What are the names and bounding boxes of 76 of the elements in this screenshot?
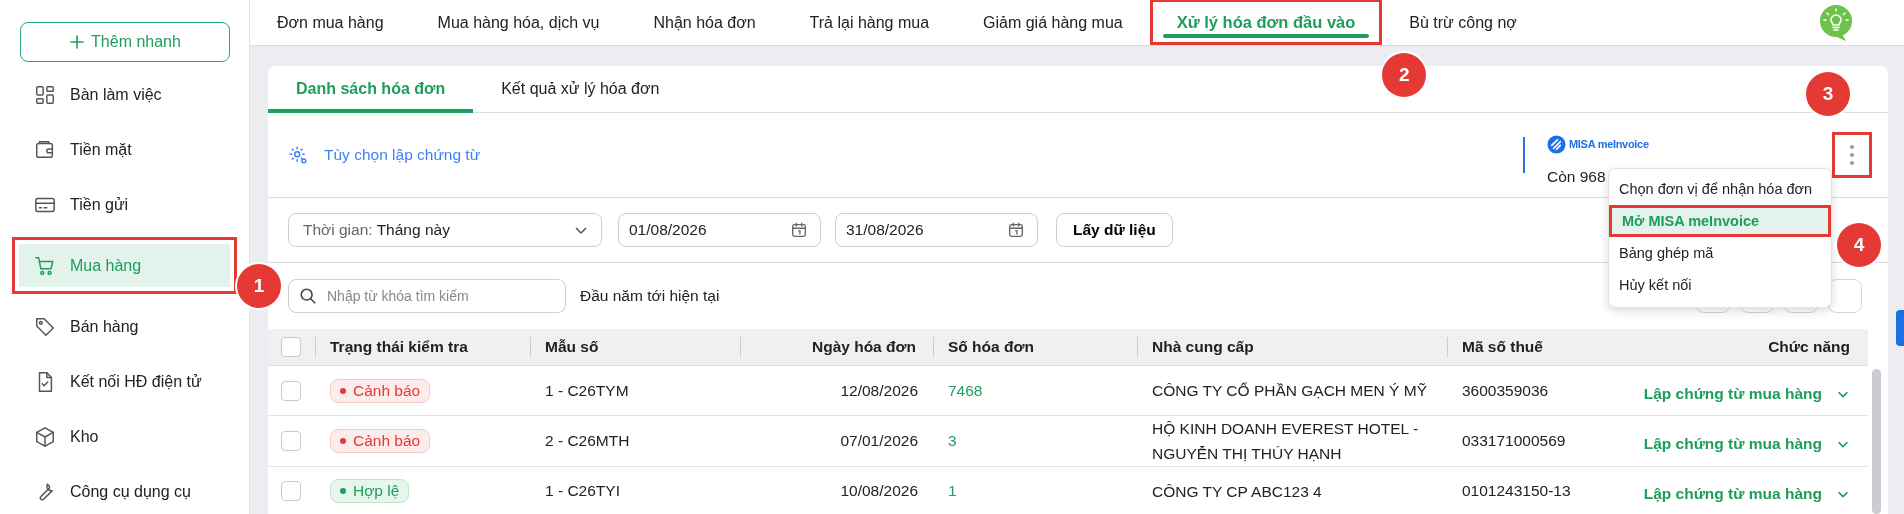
box-icon (34, 425, 56, 448)
status-badge: Hợp lệ (330, 479, 410, 503)
sidebar-item[interactable]: Công cụ dụng cụ (20, 469, 229, 514)
options-link[interactable]: Tùy chọn lập chứng từ (288, 145, 481, 165)
nav-tab[interactable]: Trả lại hàng mua (782, 0, 957, 45)
plus-icon (69, 34, 86, 50)
table-cell: 1 - C26TYM (545, 381, 629, 400)
table-cell: 3600359036 (1462, 381, 1549, 400)
calendar-icon[interactable] (1007, 221, 1025, 239)
table-cell: 07/01/2026 (840, 432, 918, 450)
table-cell: 12/08/2026 (840, 381, 918, 400)
column-header: Nhà cung cấp (1137, 329, 1447, 366)
nav-tab[interactable]: Bù trừ công nợ (1382, 0, 1544, 45)
period-select[interactable]: Thời gian: Tháng này (288, 213, 602, 247)
calendar-icon[interactable] (790, 221, 808, 239)
table-cell-text: CÔNG TY CỔ PHẦN GẠCH MEN Ý MỸ (1152, 381, 1428, 401)
remaining-count: Còn 968 (1547, 167, 1607, 186)
select-all-checkbox[interactable] (281, 337, 301, 357)
logo-icon (1547, 134, 1566, 154)
period-label: Thời gian: (303, 221, 373, 238)
tab[interactable]: Kết quả xử lý hóa đơn (473, 66, 688, 112)
table-cell: 033171000569 (1462, 432, 1566, 450)
step-badge: 4 (1837, 223, 1881, 267)
collapse-handle[interactable] (1896, 310, 1904, 346)
date-field[interactable]: 31/08/2026 (835, 213, 1038, 247)
sidebar-item[interactable]: Tiền mặt (20, 127, 229, 172)
sidebar-item[interactable]: Bàn làm việc (20, 72, 229, 117)
cart-icon (34, 254, 56, 277)
invoice-number-link[interactable]: 3 (948, 432, 957, 450)
menu-item[interactable]: Hủy kết nối (1609, 269, 1831, 301)
column-header: Mẫu số (530, 329, 740, 366)
table-cell: 10/08/2026 (840, 482, 918, 500)
scrollbar-thumb[interactable] (1872, 369, 1881, 514)
nav-tab[interactable]: Nhận hóa đơn (626, 0, 783, 45)
dashboard-icon (34, 83, 56, 106)
quick-add-button[interactable]: Thêm nhanh (20, 22, 230, 62)
fetch-data-button[interactable]: Lấy dữ liệu (1056, 213, 1173, 247)
status-badge: Cảnh báo (330, 429, 431, 453)
table-cell: 1 - C26TYI (545, 482, 620, 500)
step-badge: 3 (1806, 72, 1850, 116)
menu-item[interactable]: Bảng ghép mã (1609, 237, 1831, 269)
tag-icon (34, 315, 56, 338)
column-header: Chức năng (1600, 329, 1868, 366)
wallet-icon (34, 138, 56, 161)
row-checkbox[interactable] (281, 431, 301, 451)
date-field[interactable]: 01/08/2026 (618, 213, 821, 247)
invoice-number-link[interactable]: 7468 (948, 381, 983, 400)
status-badge: Cảnh báo (330, 378, 431, 403)
gear-icon (288, 145, 308, 165)
step-badge: 2 (1382, 53, 1427, 97)
sidebar-item[interactable]: Bán hàng (20, 304, 229, 349)
vertical-dots-icon (1849, 144, 1855, 166)
step-badge: 1 (237, 264, 281, 308)
sidebar-item[interactable]: Kết nối HĐ điện tử (20, 359, 229, 404)
nav-tab[interactable]: Mua hàng hóa, dịch vụ (410, 0, 627, 45)
table-cell: 0101243150-13 (1462, 482, 1571, 500)
column-header: Số hóa đơn (933, 329, 1137, 366)
logo-text: MISA meInvoice (1569, 138, 1649, 150)
row-checkbox[interactable] (281, 481, 301, 501)
column-header: Ngày hóa đơn (740, 329, 933, 366)
row-checkbox[interactable] (281, 380, 301, 401)
column-header: Mã số thuế (1447, 329, 1600, 366)
menu-item[interactable]: Chọn đơn vị để nhận hóa đơn (1609, 173, 1831, 205)
table-cell: 2 - C26MTH (545, 432, 630, 450)
sidebar-item[interactable]: Tiền gửi (20, 182, 229, 227)
column-header: Trạng thái kiểm tra (315, 329, 530, 366)
period-value: Tháng này (376, 221, 450, 238)
search-field[interactable]: Nhập từ khóa tìm kiếm (288, 279, 566, 313)
sidebar-item[interactable]: Kho (20, 414, 229, 459)
table-cell-text: CÔNG TY CP ABC123 4 (1152, 481, 1322, 502)
date-range-label: Đầu năm tới hiện tại (580, 287, 720, 305)
nav-tab[interactable]: Giảm giá hàng mua (956, 0, 1150, 45)
nav-tab[interactable]: Đơn mua hàng (250, 0, 411, 45)
more-options-button[interactable] (1832, 132, 1872, 178)
table-cell-text: HỘ KINH DOANH EVEREST HOTEL - NGUYỄN THỊ THÚY HẠNH (1152, 419, 1420, 464)
search-icon (299, 287, 317, 305)
